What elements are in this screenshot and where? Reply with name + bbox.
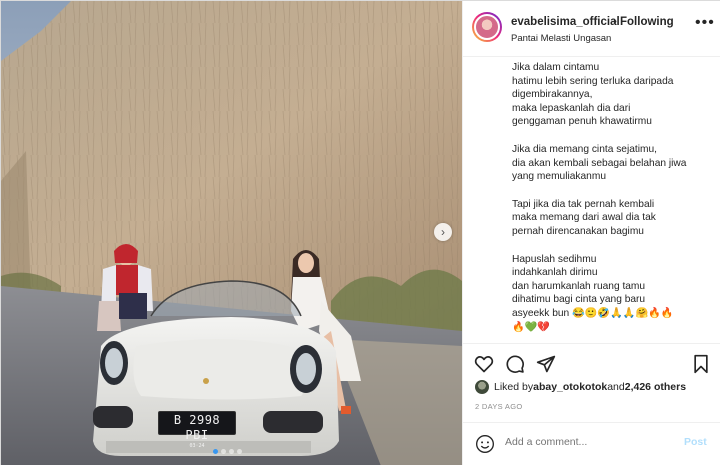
carousel-dot (213, 449, 218, 454)
likes-summary: Liked by abay_otokotok and 2,426 others (475, 378, 686, 396)
caption-gap (512, 184, 717, 198)
action-bar (463, 343, 720, 381)
chevron-right-icon: › (441, 225, 445, 239)
caption-line: Jika dalam cintamu (512, 62, 600, 73)
avatar-image (474, 14, 500, 40)
smiley-icon[interactable] (475, 434, 495, 454)
more-options-button[interactable]: ••• (695, 14, 715, 32)
caption-line: dihatimu bagi cinta yang baru (512, 294, 646, 306)
post-caption: Jika dalam cintamu hatimu lebih sering t… (512, 61, 717, 334)
caption-line: pernah direncanakan bagimu (512, 225, 644, 237)
comment-bar: Post (463, 422, 720, 465)
caption-line: hatimu lebih sering terluka daripada (512, 75, 674, 87)
likes-prefix: Liked by (494, 381, 534, 393)
following-button[interactable]: Following (620, 16, 674, 28)
caption-line: dan harumkanlah ruang tamu (512, 280, 646, 292)
carousel-dot (221, 449, 226, 454)
header-separator: • (613, 16, 617, 28)
post-header: evabelisima_official • Following Pantai … (463, 1, 720, 57)
liker-username[interactable]: abay_otokotok (533, 381, 607, 393)
caption-line: yang memuliakanmu (512, 171, 606, 183)
carousel-dots (213, 449, 242, 454)
liker-avatar[interactable] (475, 380, 489, 394)
post-timestamp[interactable]: 2 DAYS AGO (475, 402, 522, 411)
caption-line: 🔥💚💔 (512, 321, 551, 333)
caption-line: Jika dia memang cinta sejatimu, (512, 143, 657, 155)
post-photo[interactable]: B 2998 PBI 03·24 › (1, 1, 462, 465)
more-horizontal-icon: ••• (695, 14, 715, 31)
caption-line: Hapuslah sedihmu (512, 253, 597, 265)
comment-input[interactable] (505, 436, 665, 448)
post-side-panel: evabelisima_official • Following Pantai … (462, 1, 720, 465)
caption-line: genggaman penuh khawatirmu (512, 116, 652, 128)
carousel-dot (237, 449, 242, 454)
caption-line: asyeekk bun 😂🙂🤣🙏🙏🤗🔥🔥 (512, 307, 674, 319)
instagram-post: B 2998 PBI 03·24 › evabelisima_official … (0, 0, 720, 465)
comment-icon[interactable] (505, 354, 525, 374)
post-comment-button[interactable]: Post (684, 436, 707, 448)
caption-line: maka lepaskanlah dia dari (512, 102, 631, 114)
photo-scene (1, 1, 462, 465)
caption-line: dia akan kembali sebagai belahan jiwa (512, 157, 687, 169)
carousel-dot (229, 449, 234, 454)
license-plate-number: B 2998 PBI (173, 413, 221, 442)
carousel-next-button[interactable]: › (434, 223, 452, 241)
caption-gap (512, 129, 717, 143)
paper-plane-icon[interactable] (536, 354, 556, 374)
likes-middle: and (607, 381, 625, 393)
author-username[interactable]: evabelisima_official (511, 16, 620, 28)
post-location[interactable]: Pantai Melasti Ungasan (511, 33, 611, 44)
caption-line: indahkanlah dirimu (512, 267, 598, 279)
caption-line: maka memang dari awal dia tak (512, 212, 656, 224)
author-avatar[interactable] (472, 12, 502, 42)
caption-line: digembirakannya, (512, 89, 593, 101)
caption-line: Tapi jika dia tak pernah kembali (512, 198, 655, 210)
caption-gap (512, 239, 717, 253)
likes-count[interactable]: 2,426 others (625, 381, 686, 393)
license-plate: B 2998 PBI 03·24 (158, 411, 236, 449)
bookmark-icon[interactable] (691, 354, 711, 374)
heart-icon[interactable] (474, 354, 494, 374)
